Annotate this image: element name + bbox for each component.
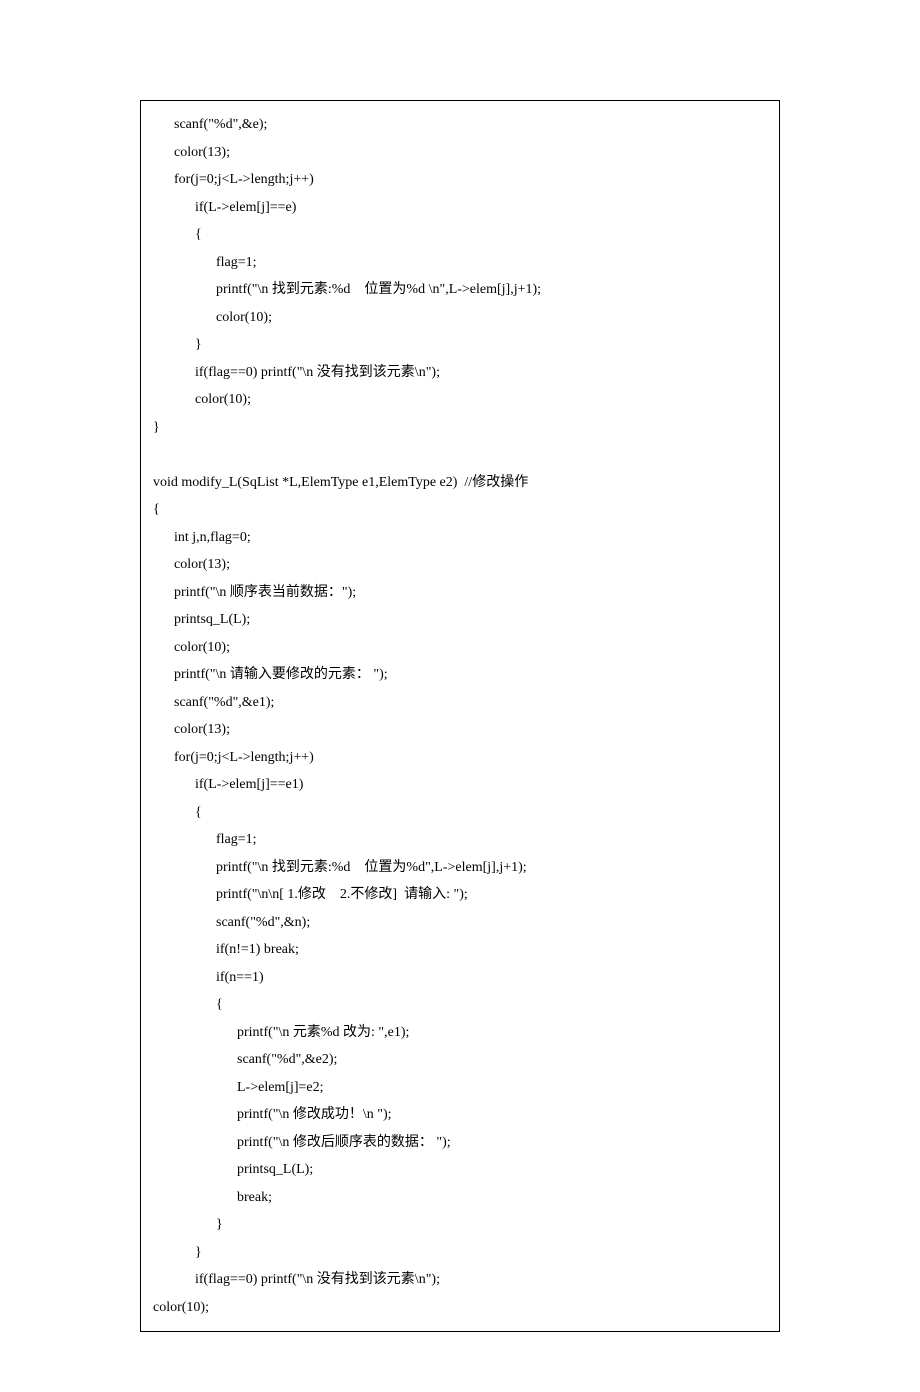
code-line: color(13); bbox=[153, 716, 767, 744]
code-line: color(10); bbox=[153, 634, 767, 662]
code-line: color(10); bbox=[153, 1294, 767, 1322]
code-line: printf("\n 修改成功！\n "); bbox=[153, 1101, 767, 1129]
code-line: printf("\n 找到元素:%d 位置为%d",L->elem[j],j+1… bbox=[153, 854, 767, 882]
code-line: { bbox=[153, 496, 767, 524]
code-line: printf("\n 请输入要修改的元素： "); bbox=[153, 661, 767, 689]
code-line: if(L->elem[j]==e1) bbox=[153, 771, 767, 799]
code-line: break; bbox=[153, 1184, 767, 1212]
code-line: color(10); bbox=[153, 304, 767, 332]
code-line: if(flag==0) printf("\n 没有找到该元素\n"); bbox=[153, 359, 767, 387]
code-line: scanf("%d",&e1); bbox=[153, 689, 767, 717]
code-line: for(j=0;j<L->length;j++) bbox=[153, 744, 767, 772]
code-line: if(n!=1) break; bbox=[153, 936, 767, 964]
document-page: scanf("%d",&e); color(13); for(j=0;j<L->… bbox=[0, 0, 920, 1392]
code-line: flag=1; bbox=[153, 249, 767, 277]
code-line: { bbox=[153, 221, 767, 249]
code-line: scanf("%d",&e); bbox=[153, 111, 767, 139]
code-line: printsq_L(L); bbox=[153, 606, 767, 634]
code-line: if(L->elem[j]==e) bbox=[153, 194, 767, 222]
code-line: color(10); bbox=[153, 386, 767, 414]
code-line: scanf("%d",&e2); bbox=[153, 1046, 767, 1074]
code-line: { bbox=[153, 991, 767, 1019]
code-block: scanf("%d",&e); color(13); for(j=0;j<L->… bbox=[140, 100, 780, 1332]
code-line: if(flag==0) printf("\n 没有找到该元素\n"); bbox=[153, 1266, 767, 1294]
code-line: for(j=0;j<L->length;j++) bbox=[153, 166, 767, 194]
code-line: printf("\n\n[ 1.修改 2.不修改] 请输入: "); bbox=[153, 881, 767, 909]
code-line: printf("\n 找到元素:%d 位置为%d \n",L->elem[j],… bbox=[153, 276, 767, 304]
code-line: printf("\n 修改后顺序表的数据： "); bbox=[153, 1129, 767, 1157]
code-line: } bbox=[153, 414, 767, 442]
code-line: int j,n,flag=0; bbox=[153, 524, 767, 552]
code-line: color(13); bbox=[153, 139, 767, 167]
code-line: { bbox=[153, 799, 767, 827]
code-line: printf("\n 顺序表当前数据："); bbox=[153, 579, 767, 607]
code-line: printf("\n 元素%d 改为: ",e1); bbox=[153, 1019, 767, 1047]
code-line: } bbox=[153, 1239, 767, 1267]
code-line: color(13); bbox=[153, 551, 767, 579]
code-line: flag=1; bbox=[153, 826, 767, 854]
code-line: scanf("%d",&n); bbox=[153, 909, 767, 937]
code-line: } bbox=[153, 331, 767, 359]
code-line: void modify_L(SqList *L,ElemType e1,Elem… bbox=[153, 469, 767, 497]
code-line: } bbox=[153, 1211, 767, 1239]
code-line: printsq_L(L); bbox=[153, 1156, 767, 1184]
code-line bbox=[153, 441, 767, 469]
code-line: L->elem[j]=e2; bbox=[153, 1074, 767, 1102]
code-line: if(n==1) bbox=[153, 964, 767, 992]
